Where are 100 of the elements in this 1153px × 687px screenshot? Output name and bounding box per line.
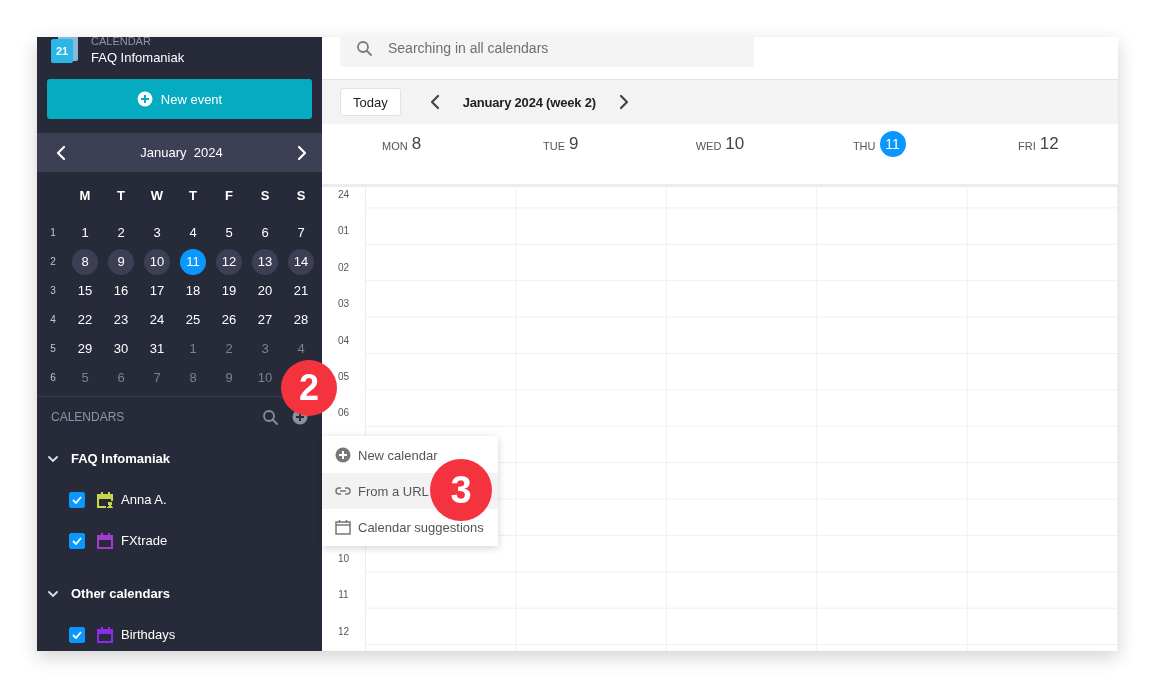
month-title: January 2024 bbox=[140, 145, 223, 160]
calendar-day[interactable]: 14 bbox=[288, 248, 314, 275]
weekday-label: MON bbox=[382, 139, 408, 152]
calendar-day[interactable]: 9 bbox=[108, 248, 134, 275]
search-icon[interactable] bbox=[262, 409, 278, 425]
calendar-day[interactable]: 25 bbox=[180, 306, 206, 333]
today-button[interactable]: Today bbox=[340, 88, 401, 116]
chevron-right-icon bbox=[617, 94, 630, 110]
checkmark-icon bbox=[72, 495, 82, 504]
hour-label: 10 bbox=[337, 552, 350, 565]
weekday-label: T bbox=[189, 187, 197, 203]
hour-label: 24 bbox=[337, 189, 350, 201]
calendar-day[interactable]: 10 bbox=[252, 364, 278, 391]
calendar-day[interactable]: 31 bbox=[144, 335, 170, 362]
calendar-day[interactable]: 24 bbox=[144, 306, 170, 333]
calendar-day[interactable]: 21 bbox=[288, 277, 314, 304]
hour-label: 03 bbox=[337, 298, 350, 311]
section-label: CALENDAR bbox=[91, 37, 152, 47]
day-number[interactable]: 9 bbox=[569, 134, 579, 154]
calendar-group-name[interactable]: FAQ Infomaniak bbox=[71, 451, 170, 466]
weekday-label: TUE bbox=[543, 139, 566, 152]
plus-icon bbox=[335, 447, 351, 463]
day-number[interactable]: 12 bbox=[1039, 134, 1059, 154]
weekday-label: THU bbox=[852, 139, 876, 152]
calendar-day[interactable]: 13 bbox=[252, 248, 278, 275]
hour-label: 05 bbox=[337, 370, 350, 383]
calendar-day[interactable]: 5 bbox=[216, 219, 242, 246]
section-heading: CALENDARS bbox=[51, 410, 125, 424]
week-number: 4 bbox=[49, 314, 56, 325]
calendar-day[interactable]: 26 bbox=[216, 306, 242, 333]
checkbox[interactable] bbox=[69, 626, 85, 643]
calendar-day[interactable]: 4 bbox=[288, 335, 314, 362]
day-number[interactable]: 8 bbox=[411, 134, 422, 154]
weekday-label: W bbox=[150, 187, 164, 203]
checkbox[interactable] bbox=[69, 532, 85, 549]
calendar-day[interactable]: 2 bbox=[108, 219, 134, 246]
calendar-day[interactable]: 22 bbox=[72, 306, 98, 333]
checkmark-icon bbox=[72, 536, 82, 545]
search-icon bbox=[356, 40, 372, 56]
hour-label: 11 bbox=[338, 589, 349, 602]
hour-label: 02 bbox=[337, 261, 350, 274]
weekday-label: WED bbox=[695, 139, 722, 152]
calendar-day[interactable]: 19 bbox=[216, 277, 242, 304]
calendar-day[interactable]: 28 bbox=[288, 306, 314, 333]
day-number[interactable]: 10 bbox=[725, 134, 745, 154]
calendar-day[interactable]: 8 bbox=[180, 364, 206, 391]
calendar-day[interactable]: 1 bbox=[180, 335, 206, 362]
calendar-day[interactable]: 3 bbox=[252, 335, 278, 362]
weekday-label: M bbox=[79, 187, 91, 203]
checkbox[interactable] bbox=[69, 491, 85, 508]
weekday-label: S bbox=[260, 187, 270, 203]
calendar-day[interactable]: 17 bbox=[144, 277, 170, 304]
search-field[interactable]: Searching in all calendars bbox=[340, 37, 754, 67]
previous-week-button[interactable] bbox=[428, 94, 441, 110]
weekday-label: S bbox=[296, 187, 306, 203]
weekday-label: T bbox=[117, 187, 125, 203]
calendar-name[interactable]: Birthdays bbox=[121, 627, 176, 642]
calendar-day[interactable]: 12 bbox=[216, 248, 242, 275]
hour-label: 04 bbox=[337, 334, 350, 347]
app-logo: 21 bbox=[51, 37, 79, 65]
calendar-day[interactable]: 30 bbox=[108, 335, 134, 362]
hour-label: 12 bbox=[337, 625, 350, 638]
calendar-group-name[interactable]: Other calendars bbox=[71, 586, 170, 601]
hour-label: 01 bbox=[337, 225, 350, 238]
week-number: 5 bbox=[49, 343, 56, 354]
week-number: 2 bbox=[49, 256, 56, 267]
next-month-button[interactable] bbox=[296, 144, 308, 161]
calendar-day[interactable]: 9 bbox=[216, 364, 242, 391]
calendar-day[interactable]: 27 bbox=[252, 306, 278, 333]
calendar-name[interactable]: FXtrade bbox=[121, 533, 168, 548]
next-week-button[interactable] bbox=[617, 94, 630, 110]
weekday-label: FRI bbox=[1018, 139, 1036, 152]
calendar-day[interactable]: 10 bbox=[144, 248, 170, 275]
week-title: January 2024 (week 2) bbox=[462, 94, 596, 110]
calendar-day[interactable]: 20 bbox=[252, 277, 278, 304]
hour-label: 06 bbox=[337, 407, 350, 420]
calendar-day[interactable]: 6 bbox=[108, 364, 134, 391]
weekday-label: F bbox=[225, 187, 233, 203]
calendar-day[interactable]: 4 bbox=[180, 219, 206, 246]
calendar-day[interactable]: 15 bbox=[72, 277, 98, 304]
calendar-icon bbox=[335, 519, 351, 535]
calendar-day[interactable]: 2 bbox=[216, 335, 242, 362]
calendar-name[interactable]: Anna A. bbox=[121, 492, 167, 507]
calendar-day[interactable]: 7 bbox=[144, 364, 170, 391]
calendar-day[interactable]: 29 bbox=[72, 335, 98, 362]
calendar-day[interactable]: 8 bbox=[72, 248, 98, 275]
calendar-day[interactable]: 16 bbox=[108, 277, 134, 304]
plus-icon bbox=[136, 91, 153, 107]
calendar-day[interactable]: 6 bbox=[252, 219, 278, 246]
week-number: 1 bbox=[49, 227, 56, 238]
account-name: FAQ Infomaniak bbox=[91, 49, 185, 66]
calendar-day[interactable]: 1 bbox=[72, 219, 98, 246]
checkmark-icon bbox=[72, 630, 82, 639]
chevron-left-icon bbox=[428, 94, 441, 110]
calendar-day[interactable]: 18 bbox=[180, 277, 206, 304]
calendar-day[interactable]: 7 bbox=[288, 219, 314, 246]
calendar-day[interactable]: 3 bbox=[144, 219, 170, 246]
previous-month-button[interactable] bbox=[55, 144, 67, 161]
calendar-day[interactable]: 23 bbox=[108, 306, 134, 333]
calendar-day[interactable]: 5 bbox=[72, 364, 98, 391]
